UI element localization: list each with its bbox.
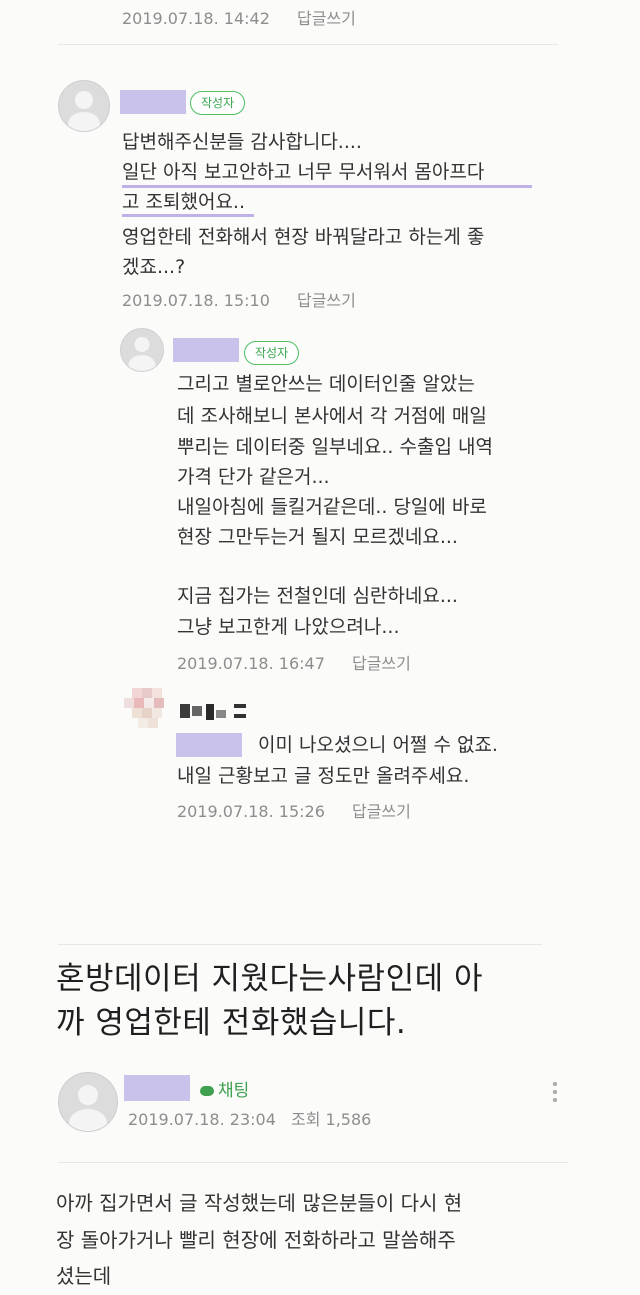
reply-link[interactable]: 답글쓰기 xyxy=(352,802,411,821)
comment-text-line: 고 조퇴했어요.. xyxy=(122,191,245,213)
post-body-line: 장 돌아가거나 빨리 현장에 전화하라고 말씀해주 xyxy=(56,1228,456,1252)
comment-date: 2019.07.18. 15:10 xyxy=(122,291,270,310)
comment-date: 2019.07.18. 16:47 xyxy=(177,654,325,673)
comment-meta: 2019.07.18. 15:10 답글쓰기 xyxy=(122,287,356,311)
post-body-line: 아까 집가면서 글 작성했는데 많은분들이 다시 현 xyxy=(56,1191,463,1215)
comment-text-line: 일단 아직 보고안하고 너무 무서워서 몸아프다 xyxy=(122,161,485,183)
comment-text-line: 지금 집가는 전철인데 심란하네요... xyxy=(177,585,458,607)
comment-date: 2019.07.18. 15:26 xyxy=(177,802,325,821)
post-meta: 2019.07.18. 23:04 조회 1,586 xyxy=(128,1106,371,1130)
post-body-line: 셨는데 xyxy=(56,1264,112,1288)
comment-text-line: 이미 나오셨으니 어쩔 수 없죠. xyxy=(258,734,498,756)
comment-text-line: 가격 단가 같은거... xyxy=(177,466,330,488)
comment-meta: 2019.07.18. 14:42 답글쓰기 xyxy=(122,5,356,29)
mention-name-masked[interactable] xyxy=(176,733,242,757)
post-date: 2019.07.18. 23:04 xyxy=(128,1110,276,1129)
comment-meta: 2019.07.18. 16:47 답글쓰기 xyxy=(177,650,411,674)
author-name-masked[interactable] xyxy=(120,90,186,114)
comment-text-line: 데 조사해보니 본사에서 각 거점에 매일 xyxy=(177,405,487,427)
author-name-masked[interactable] xyxy=(124,1075,190,1101)
comment-text-line: 영업한테 전화해서 현장 바꿔달라고 하는게 좋 xyxy=(122,226,485,248)
reply-link[interactable]: 답글쓰기 xyxy=(297,291,356,310)
comment-text-line: 답변해주신분들 감사합니다.... xyxy=(122,131,362,153)
chat-label: 채팅 xyxy=(218,1081,250,1101)
reply-link[interactable]: 답글쓰기 xyxy=(352,654,411,673)
comment-meta: 2019.07.18. 15:26 답글쓰기 xyxy=(177,798,411,822)
post-title: 혼방데이터 지웠다는사람인데 아 xyxy=(56,961,483,997)
avatar-pixelated[interactable] xyxy=(124,688,172,732)
avatar[interactable] xyxy=(58,80,110,132)
divider xyxy=(58,944,542,945)
comment-text-line: 그리고 별로안쓰는 데이터인줄 알았는 xyxy=(177,373,475,395)
comment-text-line: 그냥 보고한게 나았으려나... xyxy=(177,616,400,638)
comment-text-line: 겠죠...? xyxy=(122,256,186,278)
chat-bubble-icon xyxy=(200,1086,214,1096)
highlight-underline xyxy=(122,214,254,217)
divider xyxy=(58,44,558,45)
comment-text-line: 뿌리는 데이터중 일부네요.. 수출입 내역 xyxy=(177,436,493,458)
post-title: 까 영업한테 전화했습니다. xyxy=(56,1005,407,1041)
chat-button[interactable]: 채팅 xyxy=(200,1076,249,1101)
avatar[interactable] xyxy=(58,1072,118,1132)
divider xyxy=(58,1162,568,1163)
avatar[interactable] xyxy=(120,328,164,372)
comment-text-line: 현장 그만두는거 될지 모르겠네요... xyxy=(177,526,458,548)
view-count: 조회 1,586 xyxy=(290,1110,372,1129)
comment-date: 2019.07.18. 14:42 xyxy=(122,9,270,28)
comment-text-line: 내일 근황보고 글 정도만 올려주세요. xyxy=(177,765,470,787)
more-options-icon[interactable] xyxy=(553,1082,557,1106)
author-name-masked[interactable] xyxy=(173,338,239,362)
author-badge: 작성자 xyxy=(190,91,246,115)
author-name-pixelated[interactable] xyxy=(176,700,266,724)
author-badge: 작성자 xyxy=(244,341,300,365)
comment-text-line: 내일아침에 들킬거같은데.. 당일에 바로 xyxy=(177,496,487,518)
reply-link[interactable]: 답글쓰기 xyxy=(297,9,356,28)
